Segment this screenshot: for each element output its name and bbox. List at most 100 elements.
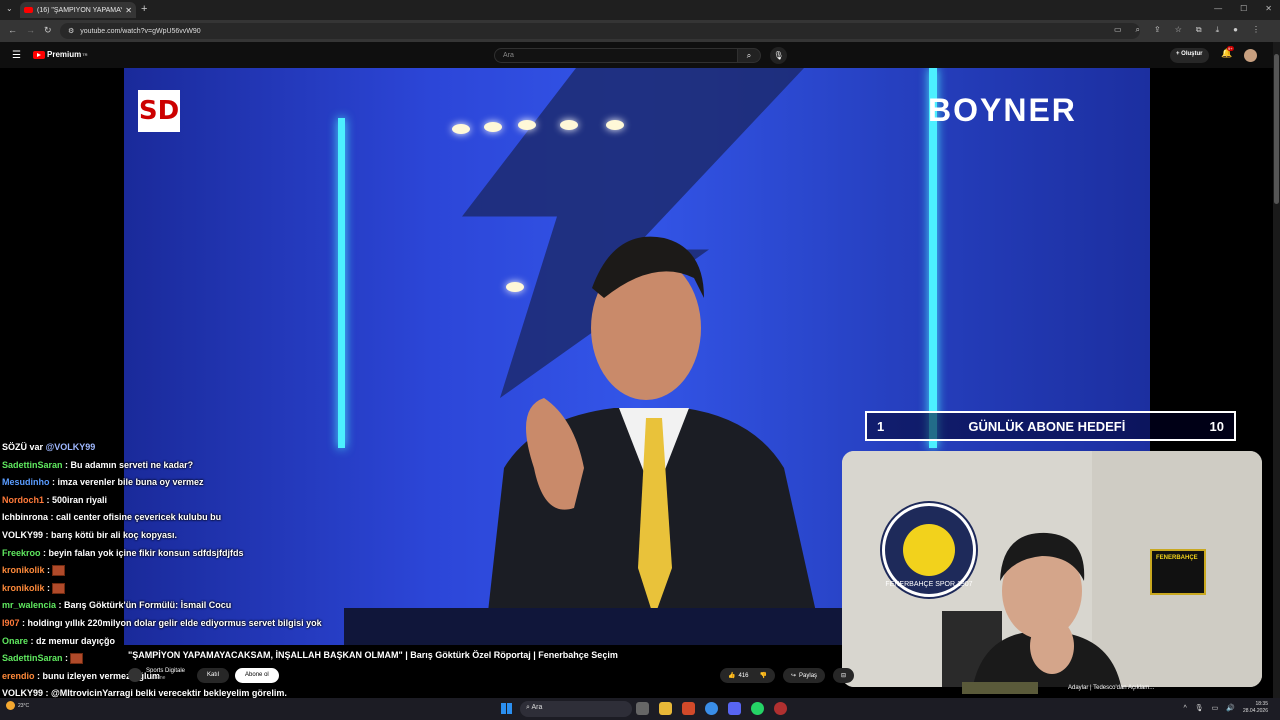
windows-start-icon[interactable]	[501, 703, 512, 714]
browser-tab-active[interactable]: (16) "ŞAMPİYON YAPAMAY... ✕	[20, 2, 136, 18]
task-view-icon[interactable]	[636, 702, 649, 715]
chat-text: :	[44, 565, 51, 576]
chat-username[interactable]: Mesudinho	[2, 477, 50, 487]
save-icon: ⊟	[841, 673, 847, 679]
new-tab-icon[interactable]: +	[141, 3, 147, 15]
related-video[interactable]: Adaylar | Tedesco'dan Açıklam...	[962, 682, 1154, 694]
chat-message: Mesudinho : imza verenler bile buna oy v…	[2, 474, 422, 492]
chat-username[interactable]: Ichbinrona	[2, 512, 48, 522]
hamburger-menu-icon[interactable]: ☰	[12, 50, 21, 61]
chat-username[interactable]: kronikolik	[2, 583, 45, 593]
network-icon[interactable]: ▭	[1212, 704, 1219, 712]
close-tab-icon[interactable]: ✕	[125, 6, 132, 15]
logo-text: Premium	[47, 50, 82, 59]
url-field[interactable]: ⚙ youtube.com/watch?v=gWpU56vvW90	[60, 23, 1140, 39]
chat-message: kronikolik :	[2, 580, 422, 598]
account-avatar[interactable]	[1244, 49, 1257, 62]
notifications-bell-icon[interactable]: 🔔 9+	[1221, 46, 1234, 59]
discord-icon[interactable]	[728, 702, 741, 715]
chat-text: : holdingı yıllık 220milyon dolar gelir …	[19, 617, 322, 628]
chat-username[interactable]: SadettinSaran	[2, 653, 63, 663]
close-window-icon[interactable]: ✕	[1265, 4, 1272, 13]
zoom-icon[interactable]: ⌕	[1136, 25, 1140, 35]
tab-search-icon[interactable]: ⌄	[6, 4, 13, 13]
chat-username[interactable]: Nordoch1	[2, 495, 44, 505]
reload-icon[interactable]: ↻	[44, 25, 52, 36]
subscribe-button[interactable]: Abone ol	[235, 667, 279, 683]
logo-country: TR	[82, 52, 88, 57]
share-button[interactable]: ↪ Paylaş	[782, 668, 826, 683]
chat-message: VOLKY99 : barış kötü bir ali koç kopyası…	[2, 527, 422, 545]
taskbar-search-label: Ara	[531, 704, 543, 711]
channel-meta: Sports Digitale ... abone	[146, 668, 185, 682]
clock[interactable]: 18:35 28.04.2026	[1243, 701, 1268, 715]
sun-icon	[6, 701, 15, 710]
chat-username[interactable]: SÖZÜ var	[2, 442, 43, 452]
chrome-icon[interactable]	[705, 702, 718, 715]
minimize-icon[interactable]: —	[1214, 4, 1222, 13]
cast-icon[interactable]: ▭	[1114, 25, 1122, 35]
chat-text: : Barış Göktürk'ün Formülü: İsmail Cocu	[56, 600, 232, 611]
brave-browser-icon[interactable]	[682, 702, 695, 715]
thumbs-down-icon[interactable]: 👎	[760, 672, 767, 679]
subscriber-count: ... abone	[146, 675, 166, 681]
page-scrollbar[interactable]	[1273, 42, 1280, 698]
voice-search-icon[interactable]: 🎙	[770, 47, 787, 64]
menu-kebab-icon[interactable]: ⋮	[1252, 25, 1260, 35]
chat-message: I907 : holdingı yıllık 220milyon dolar g…	[2, 615, 422, 633]
channel-avatar[interactable]	[128, 668, 142, 682]
tray-chevron-icon[interactable]: ^	[1183, 705, 1186, 712]
url-text: youtube.com/watch?v=gWpU56vvW90	[80, 27, 201, 35]
chat-username[interactable]: VOLKY99	[2, 688, 43, 698]
weather-widget[interactable]: 23°C	[6, 701, 29, 710]
chat-username[interactable]: erendio	[2, 671, 35, 681]
chat-username[interactable]: I907	[2, 618, 20, 628]
site-info-icon[interactable]: ⚙	[68, 27, 74, 35]
back-icon[interactable]: ←	[8, 25, 17, 35]
chat-username[interactable]: SadettinSaran	[2, 460, 63, 470]
chat-message: kronikolik :	[2, 562, 422, 580]
join-button[interactable]: Katıl	[197, 667, 230, 683]
windows-taskbar: 23°C ⌕ Ara ^ 🎙 ▭ 🔊 18:35 28.04.2026	[0, 698, 1280, 720]
whatsapp-icon[interactable]	[751, 702, 764, 715]
share-icon[interactable]: ⇪	[1154, 25, 1161, 35]
taskbar-search[interactable]: ⌕ Ara	[520, 701, 632, 717]
chat-username[interactable]: mr_walencia	[2, 600, 56, 610]
chat-username[interactable]: Onare	[2, 636, 28, 646]
scrollbar-thumb[interactable]	[1274, 54, 1279, 204]
time: 18:35	[1255, 701, 1268, 707]
studio-lamp	[452, 124, 470, 134]
mic-icon[interactable]: 🎙	[1195, 704, 1204, 712]
streamer-webcam: FENERBAHÇE SPOR 1907 FENERBAHÇE	[842, 451, 1262, 687]
volume-icon[interactable]: 🔊	[1226, 704, 1235, 712]
create-label: Oluştur	[1181, 51, 1203, 57]
obs-icon[interactable]	[774, 702, 787, 715]
interviewee-figure	[484, 236, 824, 645]
bookmark-star-icon[interactable]: ☆	[1175, 25, 1182, 35]
forward-icon[interactable]: →	[26, 25, 35, 35]
download-icon[interactable]: ⤓	[1216, 25, 1220, 35]
subscriber-goal-banner: 1 GÜNLÜK ABONE HEDEFİ 10	[865, 411, 1236, 441]
create-button[interactable]: + Oluştur	[1170, 48, 1209, 63]
thumbs-up-icon: 👍	[728, 673, 736, 679]
chat-username[interactable]: VOLKY99	[2, 530, 43, 540]
temperature: 23°C	[18, 702, 30, 709]
like-button[interactable]: 👍 416 👎	[720, 668, 775, 683]
channel-name[interactable]: Sports Digitale	[146, 668, 185, 675]
chat-emote-icon	[52, 582, 66, 594]
file-explorer-icon[interactable]	[659, 702, 672, 715]
save-button[interactable]: ⊟	[833, 668, 855, 683]
chat-username[interactable]: kronikolik	[2, 565, 45, 575]
youtube-premium-logo[interactable]: Premium TR	[33, 50, 88, 59]
video-player[interactable]: SD BOYNER 1 GÜNLÜK ABONE HEDEFİ 10 FENER…	[0, 68, 1280, 698]
studio-lamp	[484, 122, 502, 132]
search-input[interactable]: Ara	[494, 48, 738, 63]
maximize-icon[interactable]: ☐	[1240, 4, 1247, 13]
profile-icon[interactable]: ●	[1233, 25, 1238, 35]
search-icon[interactable]: ⌕	[737, 48, 761, 63]
extensions-icon[interactable]: ⧉	[1196, 25, 1202, 35]
chat-text: : dz memur dayıçğo	[28, 635, 116, 646]
chat-text: : imza verenler bile buna oy vermez	[49, 477, 204, 488]
chat-username[interactable]: Freekroo	[2, 548, 41, 558]
chat-message: Freekroo : beyin falan yok içine fikir k…	[2, 545, 422, 563]
